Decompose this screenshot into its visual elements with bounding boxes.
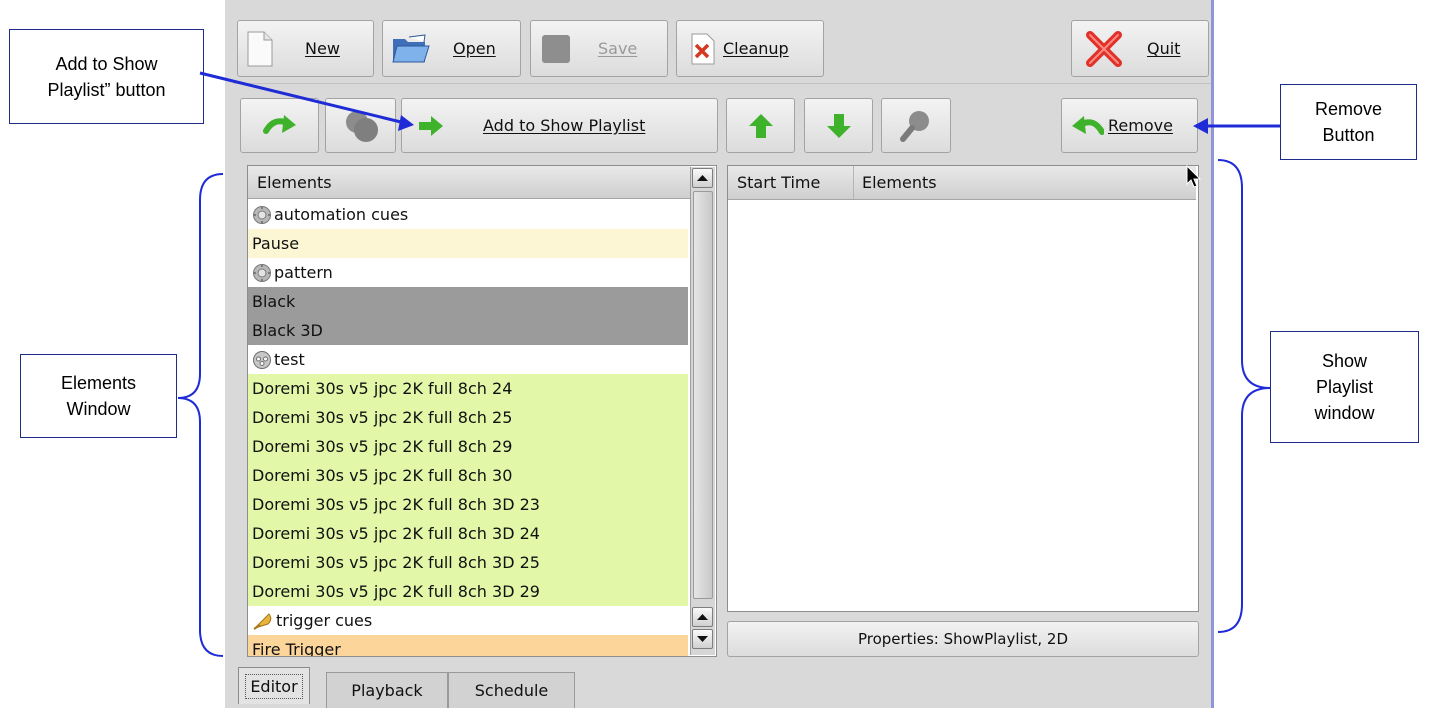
add-callout-arrow bbox=[199, 71, 406, 125]
add-callout-arrowhead bbox=[398, 115, 414, 131]
remove-callout-arrowhead bbox=[1193, 118, 1208, 134]
elements-window-brace bbox=[177, 173, 224, 657]
show-playlist-brace bbox=[1217, 159, 1271, 633]
annotation-overlay bbox=[177, 71, 1280, 657]
